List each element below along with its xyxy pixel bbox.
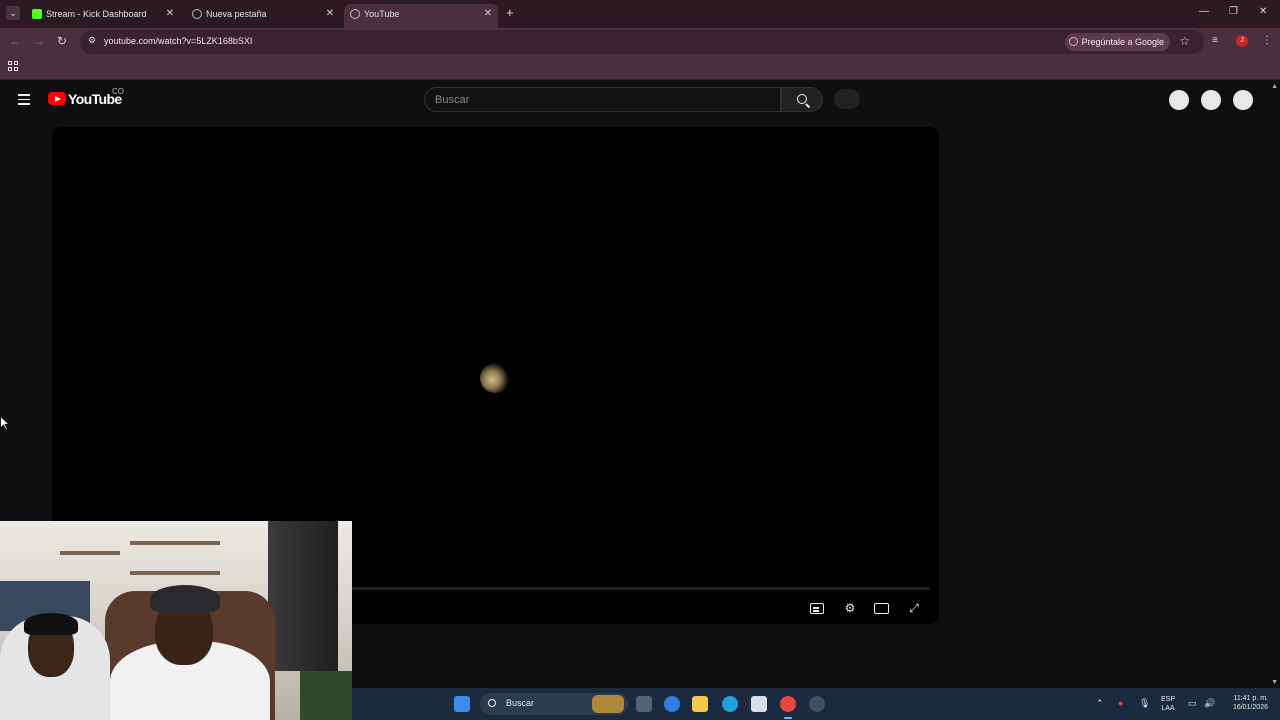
voice-search-button[interactable] — [834, 89, 860, 109]
task-view-icon[interactable] — [636, 696, 652, 712]
network-icon[interactable]: ▭ — [1188, 698, 1197, 709]
mouse-cursor-icon — [0, 416, 10, 431]
language-indicator[interactable]: ESP LAA — [1159, 695, 1177, 713]
scroll-down-arrow-icon[interactable]: ▼ — [1271, 679, 1278, 686]
bookmarks-bar — [0, 56, 1280, 80]
taskbar-search-label: Buscar — [506, 698, 535, 708]
close-icon[interactable]: ✕ — [484, 4, 492, 24]
country-code: CO — [112, 87, 124, 96]
google-lens-icon — [1069, 37, 1079, 46]
create-button[interactable] — [1169, 90, 1189, 110]
volume-icon[interactable]: 🔊 — [1204, 698, 1215, 709]
new-tab-plus-icon[interactable]: + — [506, 6, 514, 20]
tab-new-tab[interactable]: Nueva pestaña ✕ — [190, 4, 340, 28]
bookmark-star-icon[interactable]: ☆ — [1179, 34, 1190, 48]
tab-kick-dashboard[interactable]: Stream - Kick Dashboard ✕ — [30, 4, 180, 28]
microphone-icon[interactable]: 🎙 — [1139, 698, 1150, 709]
windows-start-icon[interactable] — [454, 696, 470, 712]
media-controls-icon[interactable]: ≡ — [1212, 35, 1218, 46]
obs-icon[interactable] — [809, 696, 825, 712]
tab-youtube[interactable]: YouTube ✕ — [344, 4, 498, 28]
close-icon[interactable]: ✕ — [326, 4, 334, 24]
edge-icon[interactable] — [722, 696, 738, 712]
screen: { "browser": { "tabs": [ {"title": "Stre… — [0, 0, 1280, 720]
tray-app-icon[interactable]: ● — [1118, 698, 1123, 708]
chrome-icon[interactable] — [780, 696, 796, 712]
tab-title: Stream - Kick Dashboard — [46, 9, 147, 19]
windows-taskbar: Buscar ⌃ ● 🎙 ESP LAA ▭ 🔊 11:41 p. m. 16/… — [352, 688, 1280, 720]
clock-date: 16/01/2026 — [1232, 704, 1268, 711]
chrome-active-indicator — [784, 717, 792, 719]
webcam-overlay — [0, 521, 352, 720]
search-input[interactable]: Buscar — [424, 87, 781, 112]
tray-chevron-icon[interactable]: ⌃ — [1096, 698, 1104, 709]
store-icon[interactable] — [751, 696, 767, 712]
search-placeholder: Buscar — [435, 94, 470, 106]
lang-code: ESP — [1160, 696, 1175, 703]
video-frame-light — [480, 363, 510, 393]
profile-avatar[interactable]: J — [1236, 35, 1248, 47]
subtitles-icon[interactable] — [810, 603, 824, 614]
account-avatar[interactable] — [1233, 90, 1253, 110]
file-explorer-icon[interactable] — [692, 696, 708, 712]
site-info-icon[interactable]: ⚙ — [88, 35, 96, 46]
youtube-icon — [350, 9, 360, 19]
lang-layout: LAA — [1161, 705, 1175, 712]
window-close-icon[interactable]: ✕ — [1259, 6, 1267, 17]
search-highlight-image — [592, 695, 624, 713]
minimize-icon[interactable]: — — [1199, 6, 1209, 17]
theater-mode-icon[interactable] — [874, 603, 889, 614]
search-icon — [797, 94, 807, 104]
tab-search-chevron-icon[interactable]: ⌄ — [6, 6, 20, 20]
more-menu-icon[interactable]: ⋮ — [1262, 35, 1272, 46]
scroll-up-arrow-icon[interactable]: ▲ — [1271, 83, 1278, 90]
clock[interactable]: 11:41 p. m. 16/01/2026 — [1220, 694, 1268, 712]
ask-google-label: Pregúntale a Google — [1081, 37, 1164, 47]
settings-gear-icon[interactable]: ⚙ — [841, 600, 859, 616]
taskbar-search[interactable]: Buscar — [480, 693, 628, 715]
youtube-play-icon — [48, 92, 66, 105]
url-text[interactable]: youtube.com/watch?v=5LZK168bSXI — [104, 36, 252, 46]
search-button[interactable] — [781, 87, 823, 112]
ask-google-button[interactable]: Pregúntale a Google — [1065, 33, 1170, 51]
notifications-button[interactable] — [1201, 90, 1221, 110]
tab-title: Nueva pestaña — [206, 9, 267, 19]
back-arrow-icon[interactable]: ← — [9, 34, 21, 48]
hamburger-menu-icon[interactable] — [18, 94, 30, 105]
address-bar[interactable]: ⚙ youtube.com/watch?v=5LZK168bSXI Pregún… — [80, 30, 1204, 54]
tab-title: YouTube — [364, 9, 400, 19]
restore-icon[interactable]: ❐ — [1229, 6, 1238, 17]
copilot-icon[interactable] — [664, 696, 680, 712]
forward-arrow-icon[interactable]: → — [33, 34, 45, 48]
close-icon[interactable]: ✕ — [166, 4, 174, 24]
chrome-icon — [192, 9, 202, 19]
clock-time: 11:41 p. m. — [1233, 695, 1268, 702]
progress-bar[interactable] — [350, 587, 930, 590]
browser-toolbar: ← → ↻ ⚙ youtube.com/watch?v=5LZK168bSXI … — [0, 28, 1280, 56]
fullscreen-icon[interactable]: ⤢ — [905, 600, 923, 616]
reload-icon[interactable]: ↻ — [57, 34, 67, 48]
apps-grid-icon[interactable] — [8, 61, 18, 71]
browser-tab-strip: ⌄ Stream - Kick Dashboard ✕ Nueva pestañ… — [0, 0, 1280, 28]
kick-icon — [32, 9, 42, 19]
search-icon — [488, 699, 496, 707]
